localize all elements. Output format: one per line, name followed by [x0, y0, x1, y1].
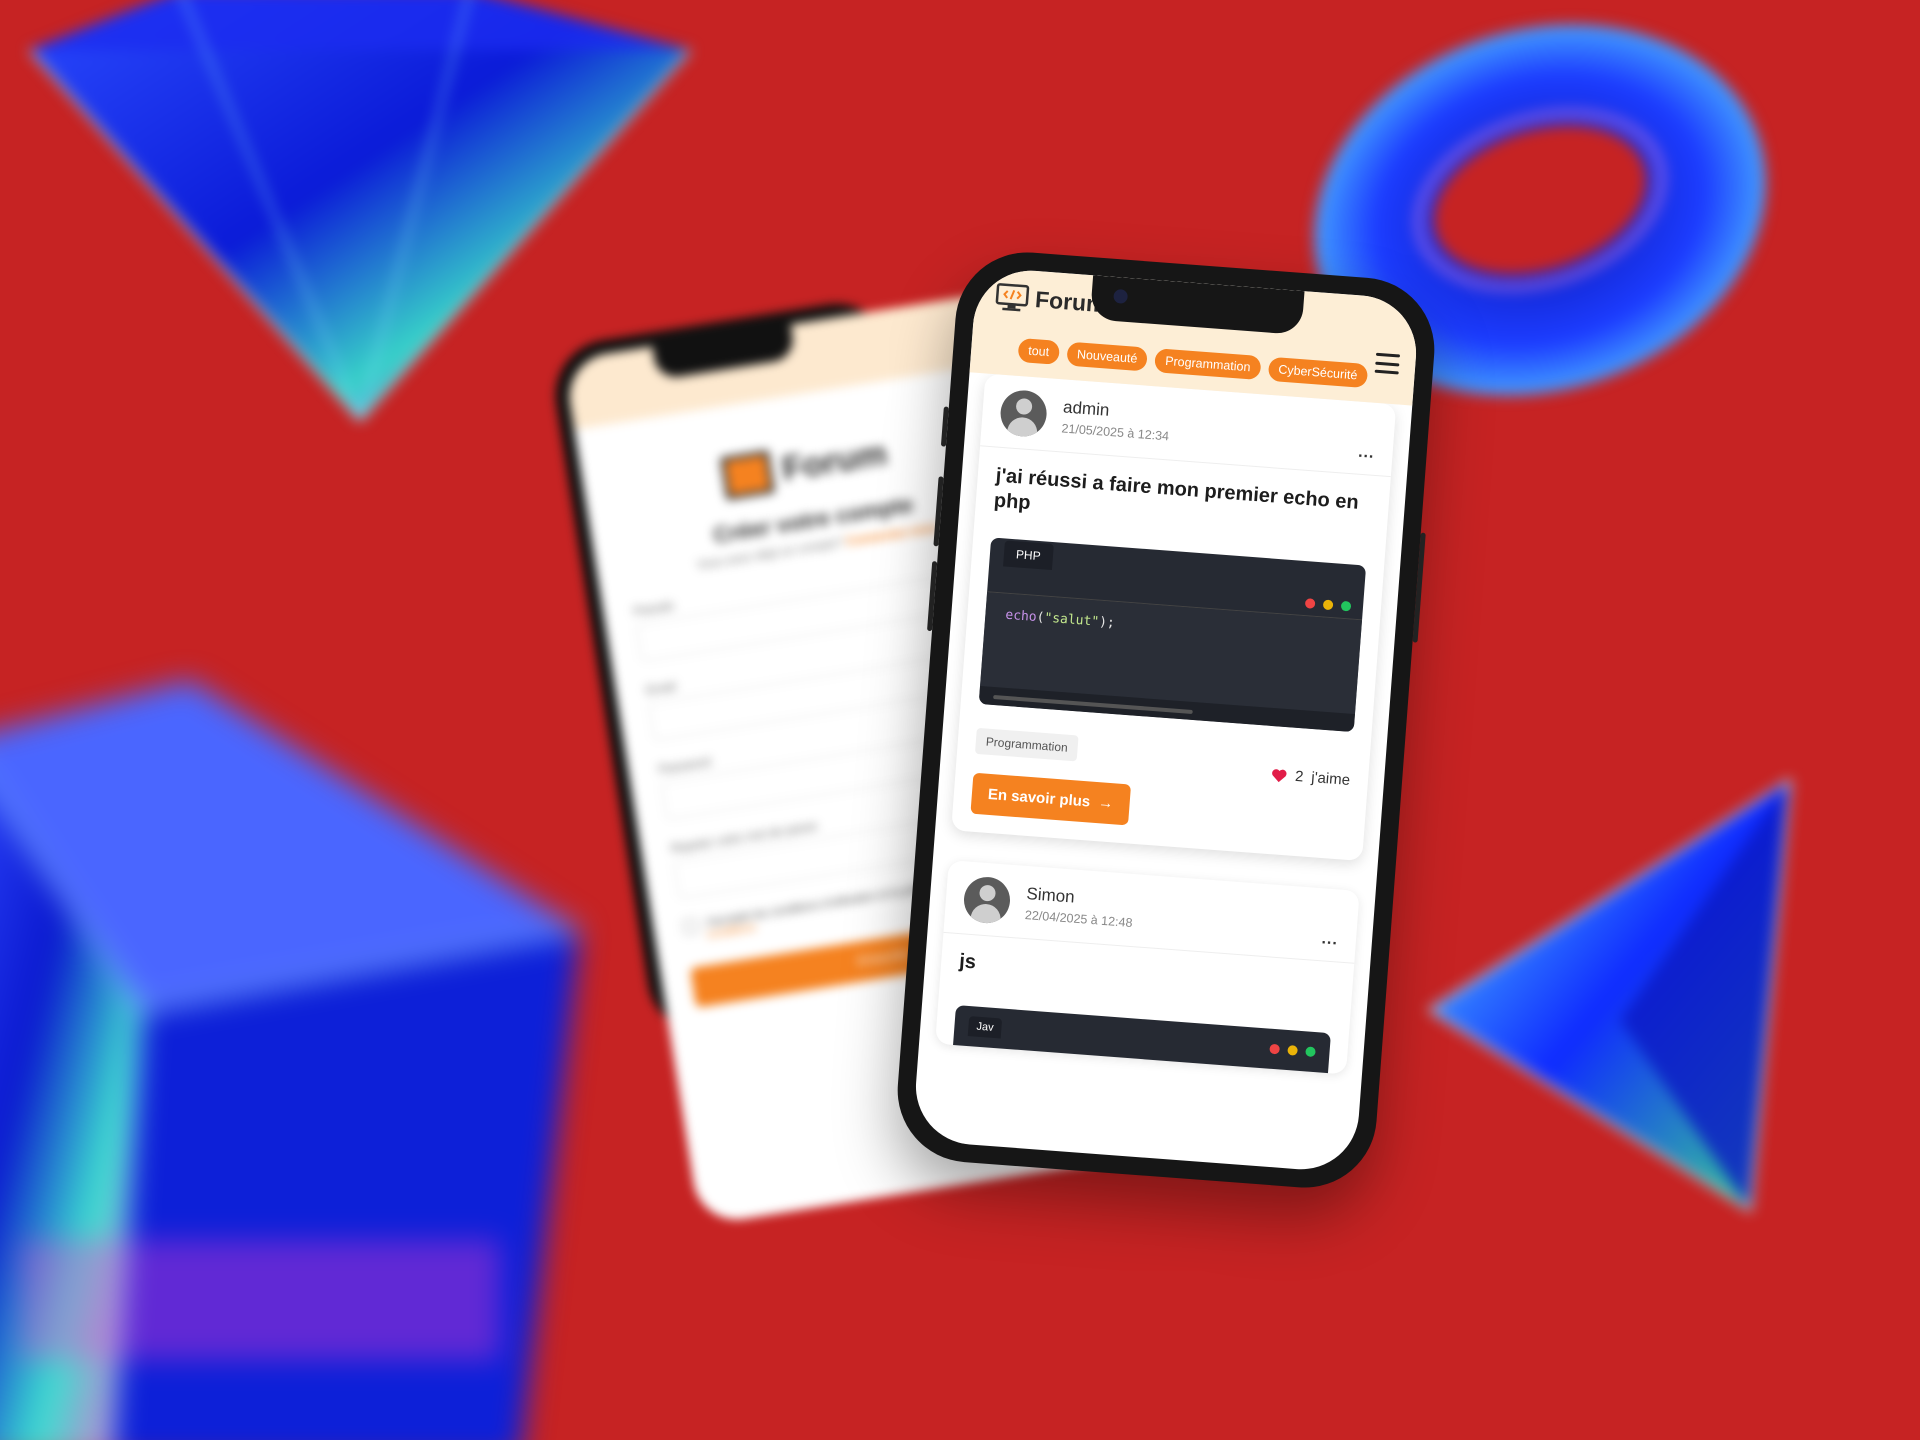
scene: Forum Créer votre compte Vous avez déjà … [0, 0, 1920, 1440]
avatar[interactable] [962, 875, 1012, 925]
post-card: Simon 22/04/2025 à 12:48 ... js Jav [935, 860, 1360, 1075]
terms-checkbox[interactable] [682, 918, 699, 935]
phone-power-button [1412, 532, 1426, 643]
likes[interactable]: 2 j'aime [1271, 766, 1351, 789]
post-meta: admin 21/05/2025 à 12:34 [1061, 397, 1171, 443]
green-dot-icon [1340, 600, 1352, 612]
code-block: PHP echo("salut"); [978, 537, 1367, 733]
signup-brand: Forum [779, 433, 890, 488]
code-window-controls [1269, 1043, 1316, 1058]
post-date: 21/05/2025 à 12:34 [1061, 421, 1170, 444]
monitor-code-icon [995, 283, 1030, 312]
read-more-label: En savoir plus [987, 785, 1091, 811]
green-dot-icon [1305, 1046, 1316, 1058]
more-options-icon[interactable]: ... [1358, 444, 1376, 463]
post-date: 22/04/2025 à 12:48 [1024, 907, 1133, 931]
arrow-right-icon: → [1097, 794, 1114, 813]
post-author[interactable]: admin [1062, 397, 1171, 425]
yellow-dot-icon [1322, 599, 1334, 611]
red-dot-icon [1269, 1043, 1280, 1055]
code-language-tab[interactable]: PHP [1003, 540, 1054, 571]
pyramid-shape-decoration [1427, 778, 1792, 1213]
avatar[interactable] [998, 388, 1049, 439]
code-language-tab[interactable]: Jav [967, 1016, 1003, 1039]
camera-icon [1113, 288, 1129, 304]
category-tag[interactable]: Programmation [974, 727, 1079, 761]
post-card: admin 21/05/2025 à 12:34 ... j'ai réussi… [951, 373, 1397, 862]
post-meta: Simon 22/04/2025 à 12:48 [1024, 884, 1134, 930]
filter-tout[interactable]: tout [1017, 337, 1060, 365]
cube-shape-decoration [0, 680, 581, 1440]
code-string: "salut" [1043, 610, 1100, 630]
main-phone-screen: Forum tout Nouveauté Programmation Cyber… [911, 266, 1421, 1174]
likes-count: 2 [1294, 767, 1305, 786]
heart-icon[interactable] [1271, 768, 1288, 783]
read-more-button[interactable]: En savoir plus → [970, 772, 1131, 826]
red-dot-icon [1304, 598, 1316, 609]
yellow-dot-icon [1287, 1045, 1298, 1056]
brand[interactable]: Forum [994, 282, 1108, 318]
phone-notch [1089, 275, 1305, 336]
code-block: Jav [953, 1005, 1331, 1074]
main-phone: Forum tout Nouveauté Programmation Cyber… [892, 247, 1440, 1193]
post-author[interactable]: Simon [1026, 884, 1135, 912]
code-paren-close: ); [1098, 614, 1116, 631]
code-keyword: echo [1004, 607, 1038, 625]
likes-label: j'aime [1310, 769, 1351, 789]
monitor-icon [719, 449, 776, 501]
more-options-icon[interactable]: ... [1321, 930, 1339, 949]
